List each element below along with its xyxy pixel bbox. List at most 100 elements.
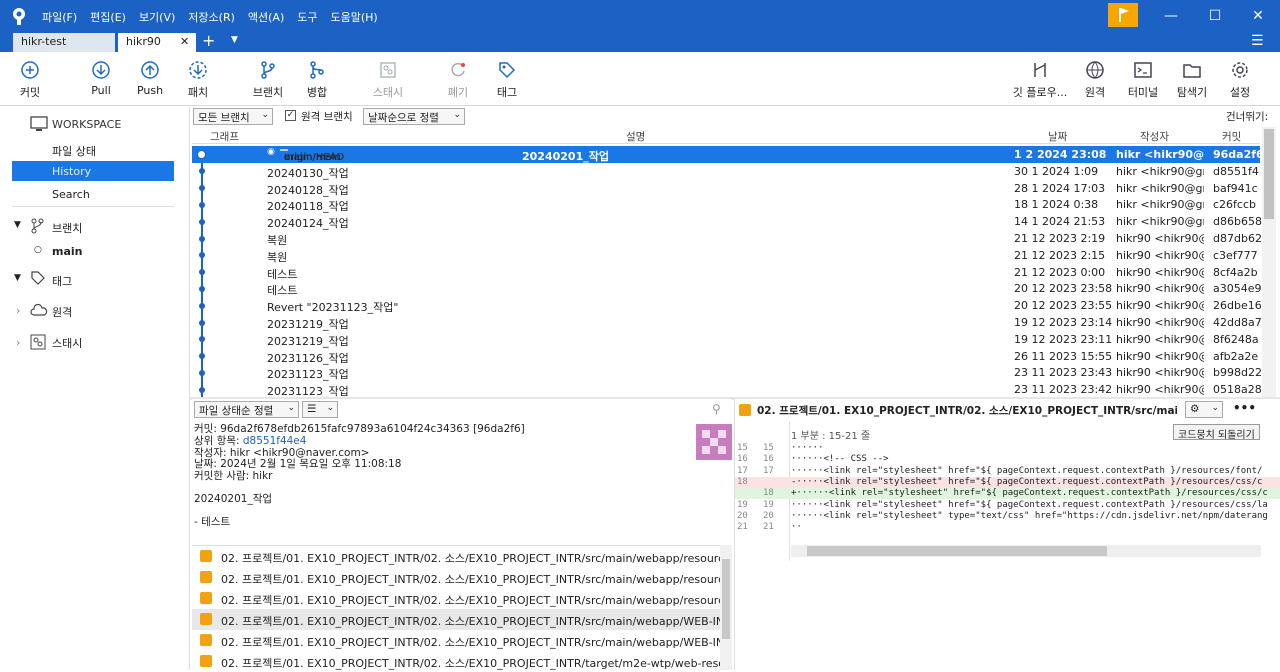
menu-repository[interactable]: 저장소(R) bbox=[188, 9, 235, 25]
ref-tag[interactable]: ⑂ origin/HEAD bbox=[280, 149, 344, 163]
filter-bar: 모든 브랜치 ⌄ ✓ 원격 브랜치 날짜순으로 정렬 ⌄ 건너뛰기: bbox=[190, 106, 1280, 126]
commit-row[interactable]: 20240128_작업 28 1 2024 17:03 hikr <hikr90@g… bbox=[192, 180, 1260, 197]
gear-icon bbox=[1232, 62, 1248, 78]
menu-tools[interactable]: 도구 bbox=[297, 9, 317, 25]
tab-hikr90[interactable]: hikr90 ✕ bbox=[118, 33, 196, 52]
scrollbar-thumb[interactable] bbox=[722, 559, 730, 639]
changed-file-row[interactable]: 02. 프로젝트/01. EX10_PROJECT_INTR/02. 소스/EX… bbox=[192, 588, 720, 609]
commit-desc: 20231219_작업 bbox=[267, 334, 349, 348]
branch-button[interactable]: 브랜치 bbox=[251, 60, 285, 100]
commit-desc: 20240118_작업 bbox=[267, 200, 349, 214]
tab-hikr-test[interactable]: hikr-test bbox=[13, 33, 115, 52]
fetch-button[interactable]: 패치 bbox=[185, 60, 211, 100]
flag-notification-button[interactable] bbox=[1108, 3, 1138, 27]
stash-button[interactable]: 스태시 bbox=[371, 60, 405, 100]
col-commit[interactable]: 커밋 bbox=[1222, 129, 1241, 144]
branch-filter-dropdown[interactable]: 모든 브랜치 ⌄ bbox=[193, 108, 273, 125]
scrollbar-thumb[interactable] bbox=[1264, 129, 1274, 219]
search-icon[interactable]: ⚲ bbox=[712, 402, 721, 416]
discard-label: 폐기 bbox=[447, 86, 469, 99]
sidebar-item-search[interactable]: Search bbox=[52, 188, 90, 201]
diff-options-dropdown[interactable]: ⚙ ⌄ bbox=[1185, 401, 1223, 418]
git-flow-button[interactable]: 깃 플로우... bbox=[1010, 60, 1070, 100]
commit-row[interactable]: 복원 21 12 2023 2:15 hikr90 <hikr90@n c3ef777 bbox=[192, 247, 1260, 264]
file-sort-dropdown[interactable]: 파일 상태순 정렬 ⌄ bbox=[194, 401, 299, 418]
commit-list-scrollbar[interactable] bbox=[1262, 127, 1276, 397]
commit-row[interactable]: 테스트 20 12 2023 23:58hikr90 <hikr90@n a3054… bbox=[192, 280, 1262, 297]
explorer-button[interactable]: 탐색기 bbox=[1175, 60, 1209, 100]
menu-edit[interactable]: 편집(E) bbox=[90, 9, 126, 25]
push-button[interactable]: Push bbox=[136, 60, 164, 97]
parent-link[interactable]: d8551f44e4 bbox=[243, 435, 307, 447]
more-options-icon[interactable]: ••• bbox=[1233, 401, 1256, 415]
new-tab-button[interactable]: + bbox=[202, 32, 215, 50]
menu-actions[interactable]: 액션(A) bbox=[248, 9, 284, 25]
menu-help[interactable]: 도움말(H) bbox=[331, 9, 378, 25]
chevron-down-icon[interactable]: ▼ bbox=[14, 273, 21, 283]
commit-row[interactable]: 20231219_작업 19 12 2023 23:14 hikr90 <hikr9… bbox=[192, 314, 1262, 331]
chevron-right-icon[interactable]: › bbox=[16, 304, 20, 317]
sidebar-branches[interactable]: 브랜치 bbox=[52, 220, 82, 236]
changed-file-row[interactable]: 02. 프로젝트/01. EX10_PROJECT_INTR/02. 소스/EX… bbox=[192, 546, 720, 567]
commit-row[interactable]: 테스트 21 12 2023 0:00 hikr90 <hikr90@n 8cf4a2… bbox=[192, 264, 1260, 281]
tab-dropdown-icon[interactable]: ▼ bbox=[231, 35, 238, 45]
col-author[interactable]: 작성자 bbox=[1140, 129, 1169, 144]
tab-label: hikr-test bbox=[21, 35, 67, 48]
col-description[interactable]: 설명 bbox=[626, 129, 645, 144]
changed-file-row[interactable]: 02. 프로젝트/01. EX10_PROJECT_INTR/02. 소스/EX… bbox=[192, 609, 720, 630]
commit-row[interactable]: 20231219_작업 19 12 2023 23:11 hikr90 <hikr9… bbox=[192, 331, 1260, 348]
remote-button[interactable]: 원격 bbox=[1083, 60, 1107, 100]
commit-graph-node bbox=[199, 235, 205, 242]
commit-button[interactable]: 커밋 bbox=[18, 60, 42, 100]
sidebar-stashes[interactable]: 스태시 bbox=[52, 335, 82, 351]
scrollbar-thumb[interactable] bbox=[807, 546, 1107, 556]
remote-branches-checkbox[interactable]: ✓ bbox=[285, 110, 296, 121]
commit-body: - 테스트 bbox=[194, 516, 231, 528]
sort-dropdown[interactable]: 날짜순으로 정렬 ⌄ bbox=[363, 108, 465, 125]
sidebar-branch-main[interactable]: main bbox=[52, 245, 83, 258]
settings-button[interactable]: 설정 bbox=[1228, 60, 1252, 100]
commit-row[interactable]: 20240130_작업 30 1 2024 1:09 hikr <hikr90@gm… bbox=[192, 163, 1260, 180]
hamburger-menu-icon[interactable]: ☰ bbox=[1251, 33, 1264, 49]
view-mode-dropdown[interactable]: ☰ ⌄ bbox=[302, 401, 338, 418]
col-date[interactable]: 날짜 bbox=[1048, 129, 1067, 144]
commit-row[interactable]: Revert "20231123_작업" 20 12 2023 23:55 hikr… bbox=[192, 297, 1262, 314]
chevron-right-icon[interactable]: › bbox=[16, 336, 20, 349]
changed-file-row[interactable]: 02. 프로젝트/01. EX10_PROJECT_INTR/02. 소스/EX… bbox=[192, 630, 720, 651]
menu-bar: 파일(F) 편집(E) 보기(V) 저장소(R) 액션(A) 도구 도움말(H) bbox=[42, 9, 378, 25]
changed-file-row[interactable]: 02. 프로젝트/01. EX10_PROJECT_INTR/02. 소스/EX… bbox=[192, 567, 720, 588]
sidebar-item-history[interactable]: History bbox=[12, 161, 174, 181]
revert-hunk-button[interactable]: 코드뭉치 되돌리기 bbox=[1173, 424, 1260, 441]
terminal-button[interactable]: 터미널 bbox=[1126, 60, 1160, 100]
head-marker-icon: ◉ bbox=[267, 147, 275, 157]
discard-button[interactable]: 폐기 bbox=[446, 60, 470, 100]
changed-file-row[interactable]: 02. 프로젝트/01. EX10_PROJECT_INTR/02. 소스/EX… bbox=[192, 651, 720, 672]
tag-button[interactable]: 태그 bbox=[495, 60, 519, 100]
commit-row[interactable]: 20240118_작업 18 1 2024 0:38 hikr <hikr90@gm… bbox=[192, 196, 1260, 213]
merge-button[interactable]: 병합 bbox=[305, 60, 329, 100]
sidebar-remotes[interactable]: 원격 bbox=[52, 304, 72, 320]
commit-row[interactable]: 20231126_작업 26 11 2023 15:55 hikr90 <hikr9… bbox=[192, 348, 1260, 365]
commit-row[interactable]: 20231123_작업 23 11 2023 23:42 hikr90 <hikr9… bbox=[192, 381, 1262, 398]
commit-date: 19 12 2023 23:11 bbox=[1014, 332, 1113, 346]
pull-button[interactable]: Pull bbox=[88, 60, 114, 97]
diff-hscrollbar[interactable] bbox=[791, 545, 1261, 557]
menu-view[interactable]: 보기(V) bbox=[139, 9, 175, 25]
col-graph[interactable]: 그래프 bbox=[210, 129, 239, 144]
close-tab-icon[interactable]: ✕ bbox=[180, 35, 189, 48]
commit-row[interactable]: 복원 21 12 2023 2:19 hikr90 <hikr90@n d87db62 bbox=[192, 230, 1262, 247]
minimize-button[interactable]: — bbox=[1156, 6, 1186, 26]
push-label: Push bbox=[136, 84, 164, 97]
chevron-down-icon[interactable]: ▼ bbox=[14, 220, 21, 230]
commit-row[interactable]: 20240124_작업 14 1 2024 21:53 hikr <hikr90@g… bbox=[192, 213, 1262, 230]
maximize-button[interactable]: ☐ bbox=[1200, 6, 1230, 26]
sidebar-tags[interactable]: 태그 bbox=[52, 273, 72, 289]
commit-plus-icon bbox=[21, 61, 39, 79]
menu-file[interactable]: 파일(F) bbox=[42, 9, 77, 25]
branch-filter-value: 모든 브랜치 bbox=[198, 112, 250, 124]
file-list-scrollbar[interactable] bbox=[720, 545, 732, 670]
commit-row[interactable]: 20231123_작업 23 11 2023 23:43 hikr90 <hikr9… bbox=[192, 364, 1262, 381]
sidebar-item-file-status[interactable]: 파일 상태 bbox=[52, 143, 96, 159]
commit-row-selected[interactable]: ◉ ⑂ main ⑂ origin/main ⑂ origin/HEAD 2024020… bbox=[192, 146, 1264, 163]
close-window-button[interactable]: ✕ bbox=[1243, 6, 1273, 26]
